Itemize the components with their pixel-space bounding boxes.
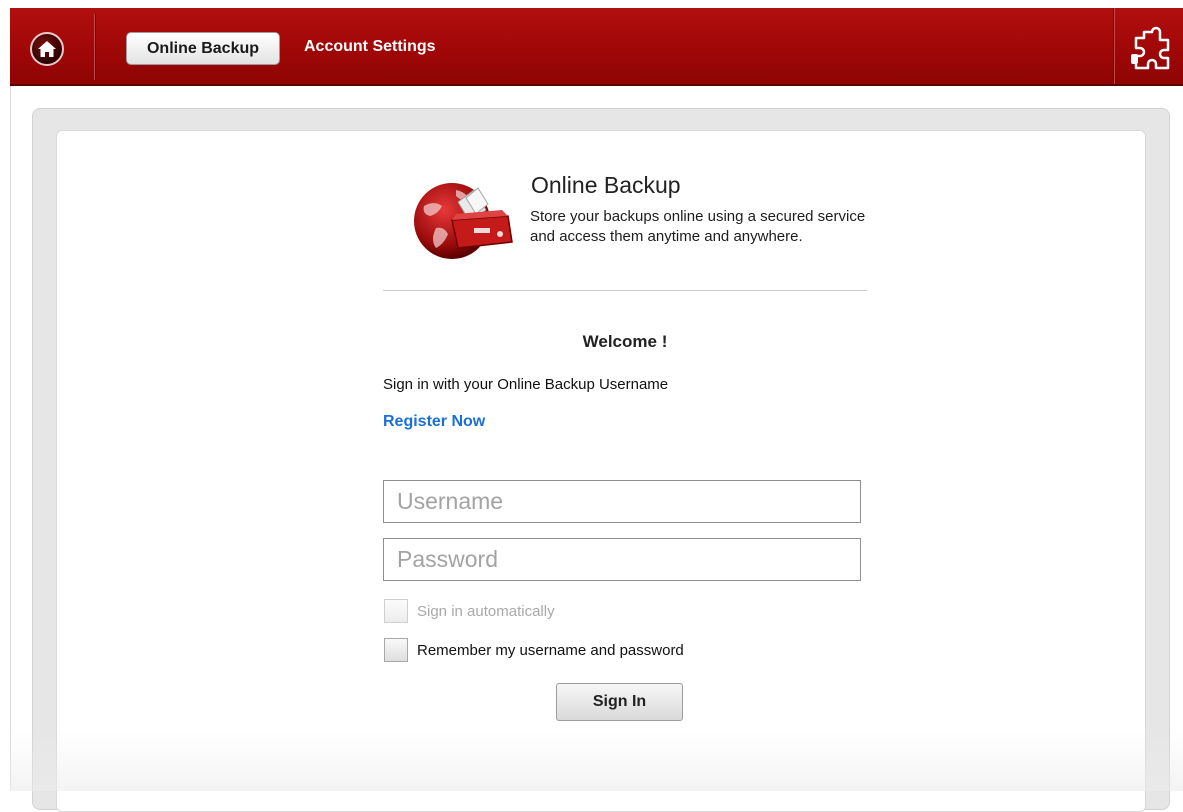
nav-separator <box>94 14 95 80</box>
welcome-heading: Welcome ! <box>582 332 668 351</box>
sign-in-automatically-checkbox[interactable] <box>384 599 408 623</box>
remember-credentials-label: Remember my username and password <box>417 642 684 659</box>
nav-separator-right <box>1114 8 1115 84</box>
home-button[interactable] <box>30 32 64 66</box>
password-field[interactable] <box>383 538 861 581</box>
home-icon <box>38 41 56 57</box>
hero-title: Online Backup <box>531 172 681 198</box>
register-now-link[interactable]: Register Now <box>383 413 485 431</box>
puzzle-piece-icon[interactable] <box>1128 26 1174 72</box>
left-window-edge <box>0 86 11 791</box>
online-backup-globe-box-icon <box>414 183 513 259</box>
hero-description: Store your backups online using a secure… <box>530 208 866 245</box>
remember-credentials-checkbox[interactable] <box>384 638 408 662</box>
window-top-edge <box>0 0 1183 8</box>
sign-in-button[interactable]: Sign In <box>556 683 683 721</box>
top-nav-bar: Online Backup Account Settings <box>10 8 1183 86</box>
tab-account-settings[interactable]: Account Settings <box>304 38 436 56</box>
username-field[interactable] <box>383 480 861 523</box>
tab-online-backup[interactable]: Online Backup <box>126 32 280 65</box>
sign-in-automatically-label: Sign in automatically <box>417 603 555 620</box>
signin-instruction: Sign in with your Online Backup Username <box>383 376 669 393</box>
section-divider <box>383 290 867 291</box>
